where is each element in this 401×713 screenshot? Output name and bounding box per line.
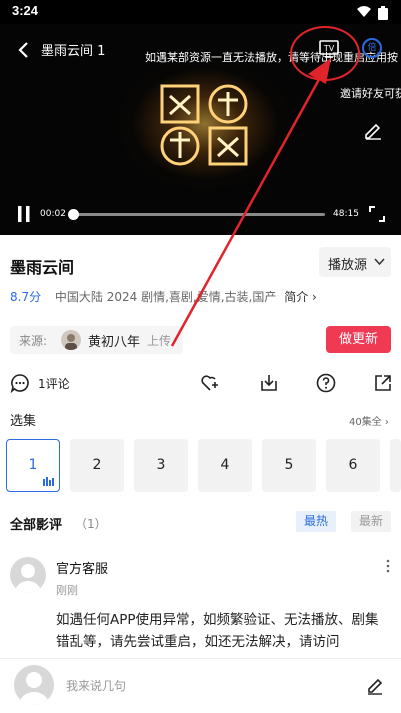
uploader-avatar	[61, 330, 81, 350]
status-time: 3:24	[12, 3, 39, 18]
episode-item-partial[interactable]	[390, 439, 401, 492]
sort-new-tab[interactable]: 最新	[351, 511, 391, 532]
source-label: 来源:	[19, 334, 48, 348]
action-row: 1评论	[0, 370, 401, 396]
current-time: 00:02	[40, 209, 66, 219]
comment-input-bar: 我来说几句	[0, 658, 401, 713]
comment-author[interactable]: 官方客服	[56, 558, 108, 577]
comment-input[interactable]: 我来说几句	[66, 677, 126, 694]
episode-item-6[interactable]: 6	[326, 439, 380, 492]
rating-score: 8.7分	[10, 290, 42, 304]
comment-icon[interactable]	[10, 373, 30, 393]
episode-item-4[interactable]: 4	[198, 439, 252, 492]
favorite-add-icon[interactable]	[200, 373, 220, 393]
episode-item-5[interactable]: 5	[262, 439, 316, 492]
comment-body: 如遇任何APP使用异常，如频繁验证、无法播放、剧集错乱等，请先尝试重启，如还无法…	[56, 612, 379, 650]
share-icon[interactable]	[373, 373, 393, 393]
intro-link[interactable]: 简介	[284, 290, 308, 304]
source-dropdown-label: 播放源	[328, 258, 368, 273]
comment-count[interactable]: 1评论	[38, 375, 70, 392]
video-title: 墨雨云间 1	[41, 44, 106, 59]
broadcast-logo	[160, 84, 248, 166]
episodes-heading: 选集	[10, 414, 37, 429]
video-player[interactable]: 墨雨云间 1 如遇某部资源一直无法播放，请等待出现重启应用按 TV 倍 邀请好友…	[0, 24, 401, 235]
more-vertical-icon[interactable]	[383, 558, 393, 574]
progress-bar[interactable]	[67, 209, 325, 220]
speed-icon[interactable]: 倍	[362, 38, 382, 58]
help-icon[interactable]	[316, 373, 336, 393]
source-dropdown[interactable]: 播放源	[319, 247, 391, 277]
episode-item-3[interactable]: 3	[134, 439, 188, 492]
progress-thumb[interactable]	[67, 209, 79, 220]
write-icon[interactable]	[365, 675, 385, 695]
pause-icon[interactable]	[16, 205, 32, 223]
comment-time: 刚刚	[56, 584, 78, 597]
my-avatar	[14, 665, 54, 705]
pencil-icon[interactable]	[363, 120, 383, 140]
comment-avatar[interactable]	[10, 557, 46, 593]
episode-item-1[interactable]: 1	[6, 439, 60, 492]
wifi-icon	[357, 6, 371, 17]
battery-icon	[378, 6, 388, 20]
annotation-circle	[290, 26, 360, 81]
back-arrow-icon[interactable]	[14, 40, 34, 60]
update-button[interactable]: 做更新	[326, 326, 391, 353]
uploader-box[interactable]: 来源: 黄初八年 上传	[10, 326, 183, 354]
download-icon[interactable]	[259, 373, 279, 393]
chevron-right-icon: ›	[312, 290, 317, 304]
playing-bars-icon	[43, 477, 54, 486]
reviews-heading: 全部影评	[10, 518, 63, 533]
meta-tags: 中国大陆 2024 剧情,喜剧,爱情,古装,国产	[54, 290, 277, 304]
episodes-total-link[interactable]: 40集全 ›	[349, 413, 389, 428]
uploader-name: 黄初八年	[88, 335, 141, 350]
episode-item-2[interactable]: 2	[70, 439, 124, 492]
uploaded-label: 上传	[147, 334, 172, 348]
notice-marquee: 如遇某部资源一直无法播放，请等待出现重启应用按	[145, 51, 398, 64]
chevron-down-icon	[374, 258, 385, 265]
sort-hot-tab[interactable]: 最热	[296, 511, 336, 532]
invite-friends-text[interactable]: 邀请好友可获	[340, 85, 401, 101]
duration: 48:15	[333, 209, 359, 219]
episode-number: 1	[28, 457, 38, 473]
reviews-count: （1）	[75, 517, 107, 531]
meta-line: 8.7分 中国大陆 2024 剧情,喜剧,爱情,古装,国产 简介 ›	[10, 288, 317, 305]
status-bar: 3:24	[0, 0, 401, 24]
episodes-total-label: 40集全	[349, 417, 382, 428]
show-title: 墨雨云间	[10, 258, 75, 277]
fullscreen-icon[interactable]	[369, 206, 385, 222]
